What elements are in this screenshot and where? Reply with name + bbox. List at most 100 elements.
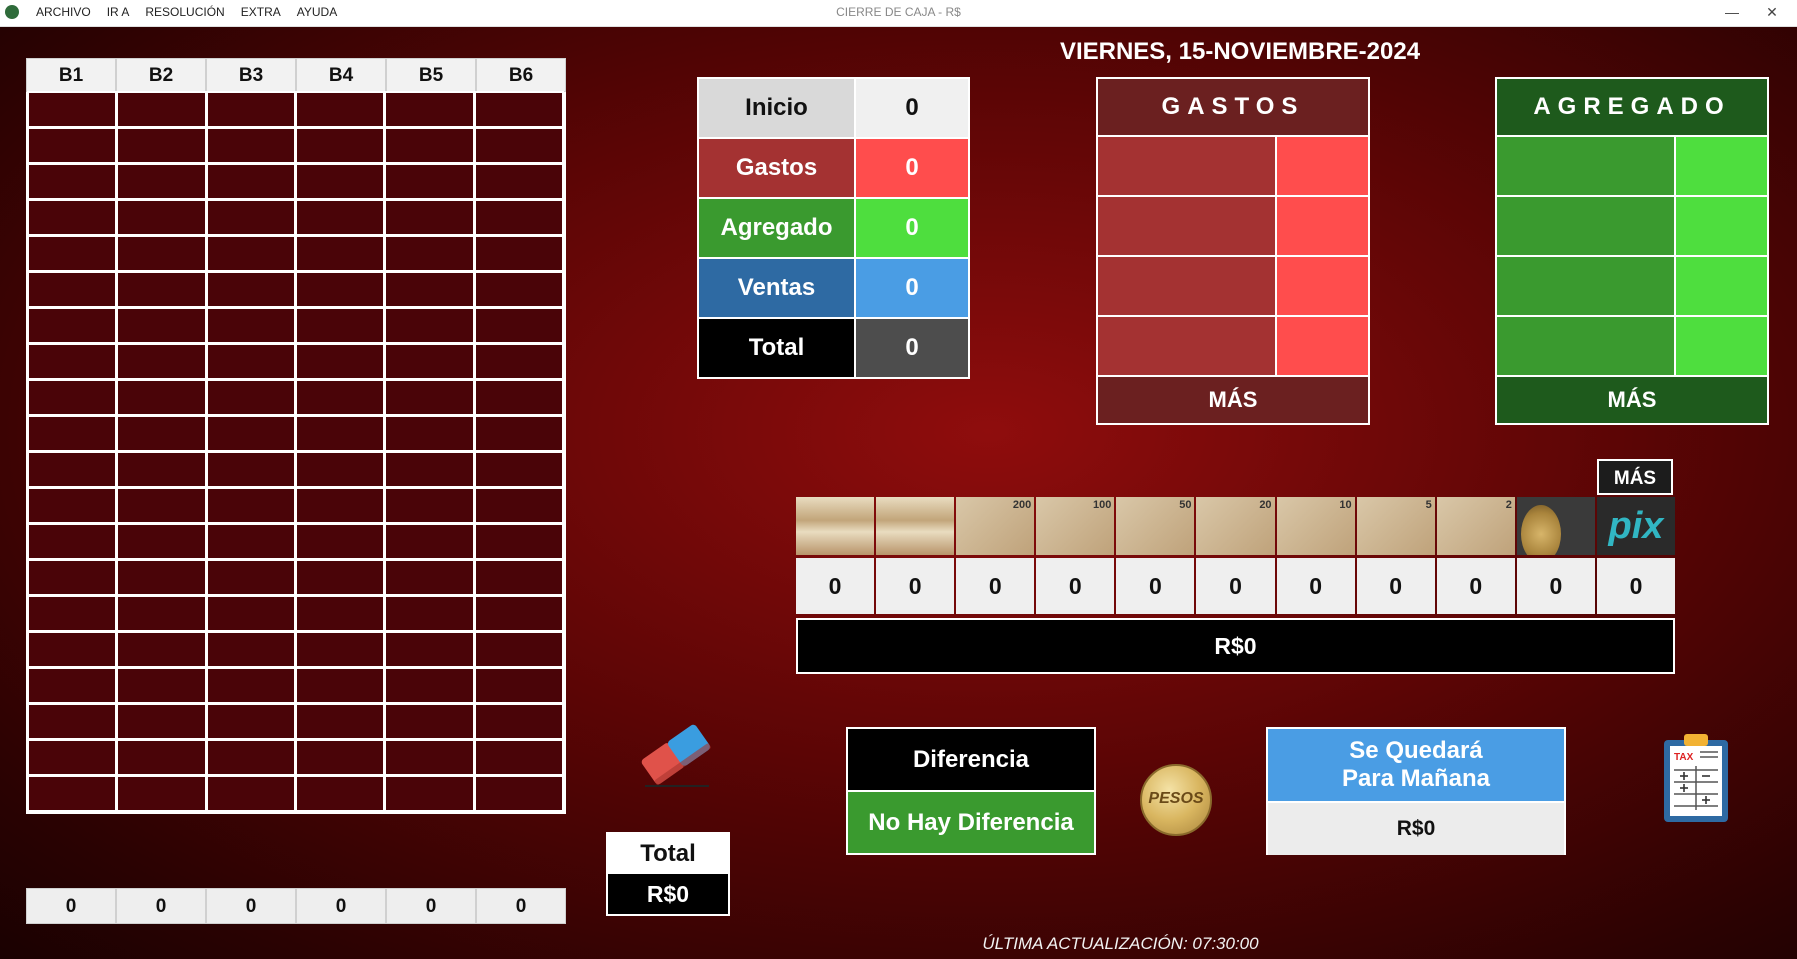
- grid-cell[interactable]: [473, 307, 564, 344]
- grid-cell[interactable]: [205, 343, 296, 380]
- gastos-description-field[interactable]: [1098, 197, 1275, 255]
- bill-2-icon[interactable]: 2: [1436, 497, 1515, 555]
- grid-cell[interactable]: [27, 379, 118, 416]
- grid-cell[interactable]: [294, 127, 386, 164]
- grid-cell[interactable]: [384, 271, 475, 308]
- grid-cell[interactable]: [294, 667, 386, 704]
- grid-cell[interactable]: [27, 271, 118, 308]
- grid-cell[interactable]: [116, 451, 207, 488]
- grid-cell[interactable]: [294, 775, 386, 812]
- denomination-count-field[interactable]: 0: [796, 558, 875, 614]
- grid-cell[interactable]: [116, 343, 207, 380]
- grid-cell[interactable]: [294, 595, 386, 632]
- grid-cell[interactable]: [384, 451, 475, 488]
- grid-cell[interactable]: [205, 235, 296, 272]
- menu-ir-a[interactable]: IR A: [107, 5, 130, 19]
- grid-cell[interactable]: [205, 631, 296, 668]
- grid-cell[interactable]: [205, 487, 296, 524]
- close-button[interactable]: ✕: [1752, 2, 1792, 22]
- grid-cell[interactable]: [205, 595, 296, 632]
- grid-cell[interactable]: [205, 163, 296, 200]
- denomination-count-field[interactable]: 0: [1436, 558, 1515, 614]
- bill-50-icon[interactable]: 50: [1116, 497, 1195, 555]
- grid-cell[interactable]: [473, 91, 564, 128]
- grid-cell[interactable]: [205, 127, 296, 164]
- grid-cell[interactable]: [116, 235, 207, 272]
- grid-cell[interactable]: [27, 595, 118, 632]
- grid-cell[interactable]: [27, 523, 118, 560]
- agregado-amount-field[interactable]: [1676, 257, 1767, 315]
- denomination-count-field[interactable]: 0: [1516, 558, 1595, 614]
- grid-cell[interactable]: [27, 667, 118, 704]
- grid-cell[interactable]: [473, 415, 564, 452]
- grid-cell[interactable]: [384, 343, 475, 380]
- gastos-amount-field[interactable]: [1277, 317, 1368, 375]
- grid-cell[interactable]: [205, 775, 296, 812]
- agregado-description-field[interactable]: [1497, 137, 1674, 195]
- quedara-label[interactable]: Se Quedará Para Mañana: [1268, 729, 1564, 801]
- grid-cell[interactable]: [294, 343, 386, 380]
- grid-cell[interactable]: [384, 127, 475, 164]
- grid-cell[interactable]: [27, 91, 118, 128]
- grid-cell[interactable]: [116, 703, 207, 740]
- grid-cell[interactable]: [384, 595, 475, 632]
- grid-cell[interactable]: [116, 559, 207, 596]
- grid-cell[interactable]: [116, 307, 207, 344]
- summary-label[interactable]: Gastos: [699, 139, 854, 197]
- grid-cell[interactable]: [116, 667, 207, 704]
- bill-200-icon[interactable]: 200: [956, 497, 1035, 555]
- grid-cell[interactable]: [384, 523, 475, 560]
- grid-cell[interactable]: [473, 703, 564, 740]
- grid-cell[interactable]: [294, 235, 386, 272]
- grid-cell[interactable]: [116, 775, 207, 812]
- grid-cell[interactable]: [116, 379, 207, 416]
- grid-cell[interactable]: [205, 559, 296, 596]
- tax-clipboard-icon[interactable]: TAX: [1660, 730, 1732, 824]
- grid-cell[interactable]: [27, 199, 118, 236]
- agregado-amount-field[interactable]: [1676, 317, 1767, 375]
- denomination-count-field[interactable]: 0: [1276, 558, 1355, 614]
- grid-cell[interactable]: [294, 703, 386, 740]
- grid-cell[interactable]: [384, 487, 475, 524]
- grid-cell[interactable]: [27, 487, 118, 524]
- denomination-count-field[interactable]: 0: [1036, 558, 1115, 614]
- agregado-amount-field[interactable]: [1676, 197, 1767, 255]
- grid-cell[interactable]: [473, 487, 564, 524]
- grid-cell[interactable]: [473, 451, 564, 488]
- grid-cell[interactable]: [294, 487, 386, 524]
- grid-cell[interactable]: [384, 631, 475, 668]
- grid-cell[interactable]: [384, 703, 475, 740]
- gastos-description-field[interactable]: [1098, 257, 1275, 315]
- grid-cell[interactable]: [294, 523, 386, 560]
- gastos-amount-field[interactable]: [1277, 197, 1368, 255]
- agregado-description-field[interactable]: [1497, 317, 1674, 375]
- grid-cell[interactable]: [473, 163, 564, 200]
- grid-cell[interactable]: [205, 91, 296, 128]
- eraser-icon[interactable]: [635, 720, 715, 790]
- grid-cell[interactable]: [116, 487, 207, 524]
- grid-cell[interactable]: [294, 739, 386, 776]
- grid-cell[interactable]: [116, 91, 207, 128]
- grid-cell[interactable]: [116, 523, 207, 560]
- col-header-b3[interactable]: B3: [206, 58, 296, 92]
- gastos-amount-field[interactable]: [1277, 137, 1368, 195]
- grid-cell[interactable]: [116, 631, 207, 668]
- gastos-description-field[interactable]: [1098, 317, 1275, 375]
- grid-cell[interactable]: [384, 235, 475, 272]
- pesos-coin-icon[interactable]: PESOS: [1140, 764, 1212, 836]
- grid-cell[interactable]: [205, 271, 296, 308]
- grid-cell[interactable]: [205, 415, 296, 452]
- grid-cell[interactable]: [116, 163, 207, 200]
- denomination-count-field[interactable]: 0: [876, 558, 955, 614]
- grid-cell[interactable]: [27, 451, 118, 488]
- menu-extra[interactable]: EXTRA: [241, 5, 281, 19]
- grid-cell[interactable]: [473, 523, 564, 560]
- grid-cell[interactable]: [27, 127, 118, 164]
- grid-cell[interactable]: [384, 559, 475, 596]
- grid-cell[interactable]: [294, 199, 386, 236]
- grid-cell[interactable]: [294, 307, 386, 344]
- agregado-more-button[interactable]: MÁS: [1497, 377, 1767, 423]
- denominations-more-button[interactable]: MÁS: [1597, 459, 1673, 495]
- grid-cell[interactable]: [27, 415, 118, 452]
- gastos-amount-field[interactable]: [1277, 257, 1368, 315]
